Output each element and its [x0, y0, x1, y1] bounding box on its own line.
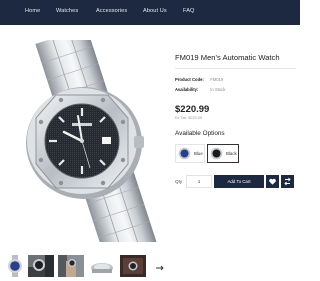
- thumbnails-next-arrow[interactable]: [156, 264, 164, 273]
- heart-icon: [269, 178, 276, 185]
- product-title: FM019 Men's Automatic Watch: [175, 53, 280, 62]
- availability-row: Availability: In Stock: [175, 87, 225, 92]
- nav-faq[interactable]: FAQ: [183, 8, 195, 14]
- thumbnail-box[interactable]: [120, 255, 146, 277]
- main-product-image[interactable]: [6, 40, 164, 242]
- product-code-label: Product Code:: [175, 77, 204, 82]
- qty-label: Qty: [175, 179, 183, 184]
- ex-tax-price: Ex Tax: $220.99: [175, 116, 203, 120]
- top-navigation: Home Watches Accessories About Us FAQ: [0, 0, 300, 25]
- product-price: $220.99: [175, 104, 210, 115]
- thumbnail-hand-watch[interactable]: [58, 255, 84, 277]
- compare-button[interactable]: [281, 175, 294, 188]
- availability-label: Availability:: [175, 87, 199, 92]
- option-blue-label: Blue: [194, 151, 203, 156]
- thumbnail-wrist-black[interactable]: [28, 255, 54, 277]
- nav-accessories[interactable]: Accessories: [96, 8, 127, 14]
- nav-about-us[interactable]: About Us: [143, 8, 167, 14]
- blue-watch-thumb: [178, 147, 191, 160]
- wishlist-button[interactable]: [266, 175, 279, 188]
- add-to-cart-button[interactable]: Add To Cart: [214, 175, 264, 188]
- thumbnail-side-view[interactable]: [89, 255, 115, 277]
- availability-value: In Stock: [210, 87, 226, 92]
- nav-watches[interactable]: Watches: [56, 8, 78, 14]
- arrow-right-icon: [156, 265, 164, 271]
- thumbnail-blue-watch[interactable]: [2, 255, 28, 277]
- black-watch-thumb: [210, 147, 223, 160]
- option-black[interactable]: Black: [207, 144, 239, 163]
- compare-icon: [284, 177, 291, 186]
- nav-home[interactable]: Home: [25, 8, 40, 14]
- option-black-label: Black: [226, 151, 237, 156]
- product-code-value: FM019: [210, 77, 224, 82]
- qty-input[interactable]: 1: [186, 175, 212, 188]
- product-code-row: Product Code: FM019: [175, 77, 223, 82]
- divider: [175, 68, 295, 69]
- option-blue[interactable]: Blue: [175, 144, 205, 163]
- available-options-title: Available Options: [175, 130, 225, 137]
